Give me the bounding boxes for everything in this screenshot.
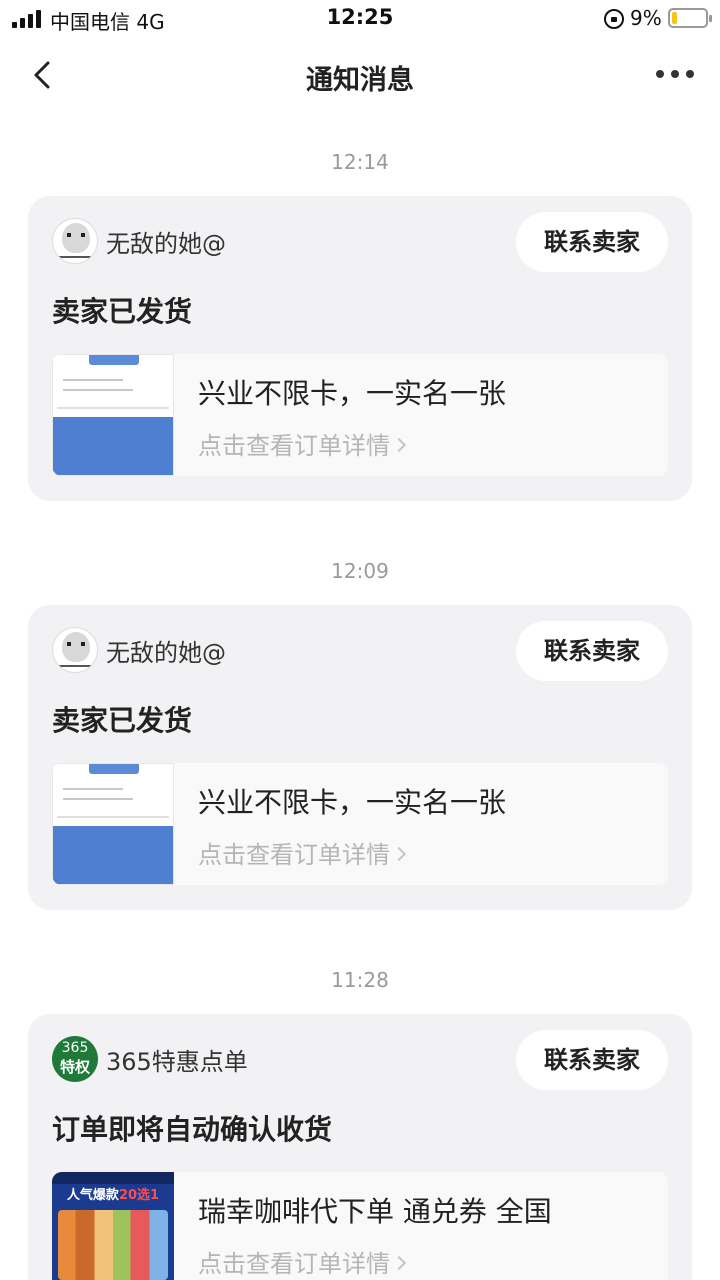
order-detail-link[interactable]: 点击查看订单详情 [198, 426, 407, 461]
chevron-right-icon [391, 437, 407, 453]
product-thumbnail: 人气爆款20选1 [52, 1172, 174, 1280]
notification-card[interactable]: 无敌的她@ 联系卖家 卖家已发货 兴业不限卡，一实名一张 点击查看订单详情 [28, 605, 692, 910]
product-title: 瑞幸咖啡代下单 通兑券 全国 [198, 1195, 552, 1228]
notification-card[interactable]: 无敌的她@ 联系卖家 卖家已发货 兴业不限卡，一实名一张 点击查看订单详情 [28, 196, 692, 501]
chevron-right-icon [391, 1255, 407, 1271]
contact-seller-button[interactable]: 联系卖家 [516, 621, 668, 681]
message-title: 卖家已发货 [52, 704, 193, 737]
product-title: 兴业不限卡，一实名一张 [198, 377, 507, 410]
status-bar: 中国电信 4G 12:25 9% [0, 0, 720, 38]
orientation-lock-icon [604, 9, 624, 29]
order-product-box[interactable]: 兴业不限卡，一实名一张 点击查看订单详情 [52, 354, 668, 476]
message-time: 12:09 [331, 559, 389, 583]
shop-name[interactable]: 无敌的她@ [106, 633, 226, 668]
more-icon[interactable] [656, 70, 696, 80]
order-detail-link[interactable]: 点击查看订单详情 [198, 835, 407, 870]
product-thumbnail [52, 763, 174, 885]
order-detail-link[interactable]: 点击查看订单详情 [198, 1244, 407, 1279]
avatar[interactable] [52, 218, 98, 264]
contact-seller-button[interactable]: 联系卖家 [516, 212, 668, 272]
page-title: 通知消息 [306, 65, 414, 96]
promo-text: 人气爆款20选1 [66, 1188, 160, 1203]
contact-seller-button[interactable]: 联系卖家 [516, 1030, 668, 1090]
message-time: 11:28 [331, 968, 389, 992]
order-detail-label: 点击查看订单详情 [198, 841, 390, 869]
message-title: 订单即将自动确认收货 [52, 1113, 333, 1146]
order-detail-label: 点击查看订单详情 [198, 1250, 390, 1278]
avatar[interactable]: 365 特权 [52, 1036, 98, 1082]
avatar[interactable] [52, 627, 98, 673]
battery-percent: 9% [630, 6, 662, 30]
shop-name[interactable]: 无敌的她@ [106, 224, 226, 259]
order-product-box[interactable]: 人气爆款20选1 瑞幸咖啡代下单 通兑券 全国 点击查看订单详情 [52, 1172, 668, 1280]
order-product-box[interactable]: 兴业不限卡，一实名一张 点击查看订单详情 [52, 763, 668, 885]
notification-card[interactable]: 365 特权 365特惠点单 联系卖家 订单即将自动确认收货 人气爆款20选1 … [28, 1014, 692, 1280]
shop-name[interactable]: 365特惠点单 [106, 1042, 248, 1077]
logo-text: 365 [61, 1040, 89, 1056]
product-thumbnail [52, 354, 174, 476]
order-detail-label: 点击查看订单详情 [198, 432, 390, 460]
logo-text: 特权 [59, 1058, 90, 1076]
chevron-right-icon [391, 846, 407, 862]
product-title: 兴业不限卡，一实名一张 [198, 786, 507, 819]
battery-icon [668, 8, 712, 28]
message-time: 12:14 [331, 150, 389, 174]
coffee-cups-image [58, 1210, 168, 1280]
message-title: 卖家已发货 [52, 295, 193, 328]
nav-bar: 通知消息 [0, 40, 720, 110]
